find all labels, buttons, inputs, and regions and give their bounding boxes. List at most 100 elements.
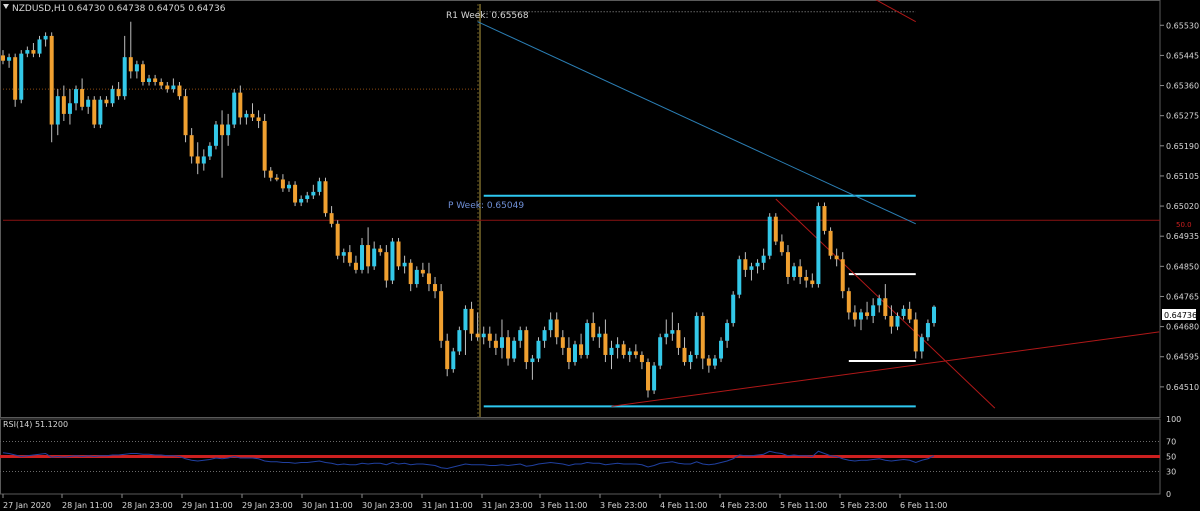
candle xyxy=(603,319,608,363)
candle xyxy=(402,255,407,274)
candle-body xyxy=(353,262,358,270)
candle xyxy=(785,245,790,285)
candle-body xyxy=(585,323,590,355)
candle-body xyxy=(579,344,584,355)
price-chart-canvas[interactable]: 0.65530 0.65445 0.65360 0.65275 0.65190 0.651… xyxy=(0,0,1200,511)
candle-body xyxy=(877,298,882,306)
candle-body xyxy=(901,308,906,316)
candle-body xyxy=(280,179,285,189)
rsi-tick-label: 50 xyxy=(1166,453,1176,462)
price-tick-label: 0.65445 xyxy=(1166,51,1199,60)
candle xyxy=(852,305,857,327)
time-tick-label: 27 Jan 2020 xyxy=(3,501,51,510)
candle-body xyxy=(457,330,462,352)
candle-body xyxy=(128,57,133,72)
candle-body xyxy=(487,333,492,341)
candle xyxy=(749,262,754,281)
candle-body xyxy=(779,241,784,253)
candle xyxy=(213,120,218,150)
candle xyxy=(80,78,85,111)
candle xyxy=(822,202,827,235)
candle-body xyxy=(122,57,127,97)
candle xyxy=(889,305,894,334)
candle-body xyxy=(335,223,340,256)
candle xyxy=(171,78,176,93)
time-tick-label: 29 Jan 11:00 xyxy=(182,501,233,510)
candle xyxy=(329,206,334,228)
candle-body xyxy=(615,344,620,348)
candle-body xyxy=(597,333,602,338)
candle xyxy=(183,89,188,143)
rsi-tick-label: 0 xyxy=(1166,490,1171,499)
candle xyxy=(810,273,815,288)
candle xyxy=(658,333,663,370)
candle-body xyxy=(153,78,158,82)
candle xyxy=(360,237,365,274)
candle-body xyxy=(773,216,778,242)
candle xyxy=(585,319,590,359)
candle-body xyxy=(384,252,389,281)
symbol-dropdown-icon[interactable] xyxy=(3,4,9,9)
candle xyxy=(262,113,267,178)
candle xyxy=(19,50,24,104)
candle xyxy=(652,362,657,394)
candle xyxy=(633,344,638,359)
candle-body xyxy=(463,308,468,331)
candle-body xyxy=(49,35,54,125)
candle xyxy=(767,213,772,260)
candle xyxy=(159,78,164,90)
candle-body xyxy=(548,319,553,331)
candle xyxy=(506,330,511,366)
candle xyxy=(420,262,425,277)
p-week-label: P Week: 0.65049 xyxy=(448,201,524,211)
candle-body xyxy=(737,259,742,295)
candle-body xyxy=(798,266,803,277)
candle xyxy=(256,110,261,129)
candle xyxy=(299,195,304,207)
candle xyxy=(688,351,693,370)
candle xyxy=(895,312,900,331)
candle-body xyxy=(220,124,225,136)
candle xyxy=(475,312,480,341)
candle xyxy=(737,255,742,299)
candle xyxy=(798,259,803,285)
chart-window[interactable]: 0.65530 0.65445 0.65360 0.65275 0.65190 0.651… xyxy=(0,0,1200,511)
candle xyxy=(268,167,273,182)
candle-body xyxy=(341,252,346,256)
candle xyxy=(37,35,42,58)
candle xyxy=(755,259,760,274)
candle-body xyxy=(195,156,200,164)
candle xyxy=(834,248,839,267)
candle xyxy=(92,96,97,129)
candle xyxy=(840,252,845,299)
candle-body xyxy=(104,99,109,104)
time-tick-label: 28 Jan 11:00 xyxy=(62,501,113,510)
candle-body xyxy=(646,362,651,391)
candle-body xyxy=(530,358,535,363)
candle xyxy=(13,53,18,107)
candle-body xyxy=(67,103,72,114)
time-tick-label: 30 Jan 23:00 xyxy=(362,501,413,510)
candle-body xyxy=(396,241,401,267)
candle xyxy=(311,184,316,199)
candle xyxy=(743,252,748,277)
rsi-series-line xyxy=(2,450,935,470)
candle-body xyxy=(408,262,413,285)
candle xyxy=(913,312,918,359)
time-tick-label: 29 Jan 23:00 xyxy=(242,501,293,510)
candle-body xyxy=(390,241,395,281)
candle-body xyxy=(420,269,425,274)
candle xyxy=(323,177,328,217)
price-tick-label: 0.65275 xyxy=(1166,112,1199,121)
candle xyxy=(731,291,736,327)
candle xyxy=(481,326,486,345)
candle xyxy=(433,276,438,299)
candle-body xyxy=(524,330,529,363)
candle xyxy=(682,337,687,366)
candle-body xyxy=(834,255,839,260)
candle xyxy=(353,255,358,274)
candle xyxy=(390,237,395,285)
candle xyxy=(524,326,529,370)
candle-body xyxy=(226,124,231,136)
candle xyxy=(67,89,72,125)
